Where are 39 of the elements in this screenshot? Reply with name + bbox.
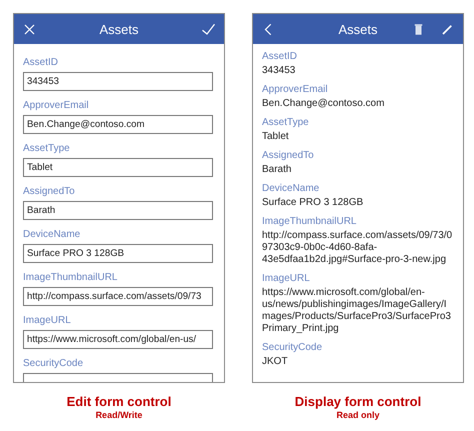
field-label: AssetType: [262, 116, 309, 129]
field-label: ApproverEmail: [23, 99, 89, 112]
field-label: SecurityCode: [262, 341, 322, 354]
field-label: ImageURL: [23, 314, 71, 327]
field-label: AssetType: [23, 142, 70, 155]
input-field[interactable]: https://www.microsoft.com/global/en-us/: [23, 330, 213, 349]
input-field[interactable]: Barath: [23, 201, 213, 220]
caption-subtitle: Read/Write: [96, 410, 142, 420]
field-label: AssignedTo: [23, 185, 75, 198]
field-label: SecurityCode: [23, 357, 84, 370]
input-field[interactable]: Ben.Change@contoso.com: [23, 115, 213, 134]
field-label: ImageURL: [262, 272, 310, 285]
field-value: Barath: [262, 164, 292, 176]
checkmark-icon[interactable]: [201, 22, 216, 36]
field-label: DeviceName: [23, 228, 80, 241]
field-value: Tablet: [262, 131, 290, 143]
field-label: ApproverEmail: [262, 83, 328, 96]
screen-title: Assets: [338, 22, 378, 36]
field-label: AssetID: [262, 50, 298, 63]
field-value: http://compass.surface.com/assets/09/73/097303c9-0b0c-4d60-8afa-43e5dfaa1b2d.jpg#Surface-pro-3-new.jpg: [262, 230, 454, 266]
field-value: Surface PRO 3 128GB: [262, 197, 364, 209]
field-label: AssignedTo: [262, 149, 314, 162]
field-label: ImageThumbnailURL: [262, 215, 356, 228]
input-field[interactable]: Tablet: [23, 158, 213, 177]
field-value: JKOT: [262, 356, 289, 368]
caption-title: Display form control: [294, 394, 422, 409]
field-value: Ben.Change@contoso.com: [262, 98, 386, 110]
caption-subtitle: Read only: [336, 410, 380, 420]
field-value: 343453: [262, 65, 296, 77]
input-field[interactable]: Surface PRO 3 128GB: [23, 244, 213, 263]
field-value: https://www.microsoft.com/global/en-us/news/publishingimages/ImageGallery/Images/Products/SurfacePro3/SurfacePro3Primary_Print.jpg: [262, 287, 452, 335]
input-field[interactable]: http://compass.surface.com/assets/09/73: [23, 287, 213, 306]
field-label: DeviceName: [262, 182, 320, 195]
field-label: AssetID: [23, 56, 58, 69]
field-label: ImageThumbnailURL: [23, 271, 118, 284]
close-icon[interactable]: [22, 22, 37, 36]
caption-title: Edit form control: [66, 394, 172, 409]
screen-title: Assets: [100, 22, 138, 36]
input-field[interactable]: 343453: [23, 72, 213, 91]
